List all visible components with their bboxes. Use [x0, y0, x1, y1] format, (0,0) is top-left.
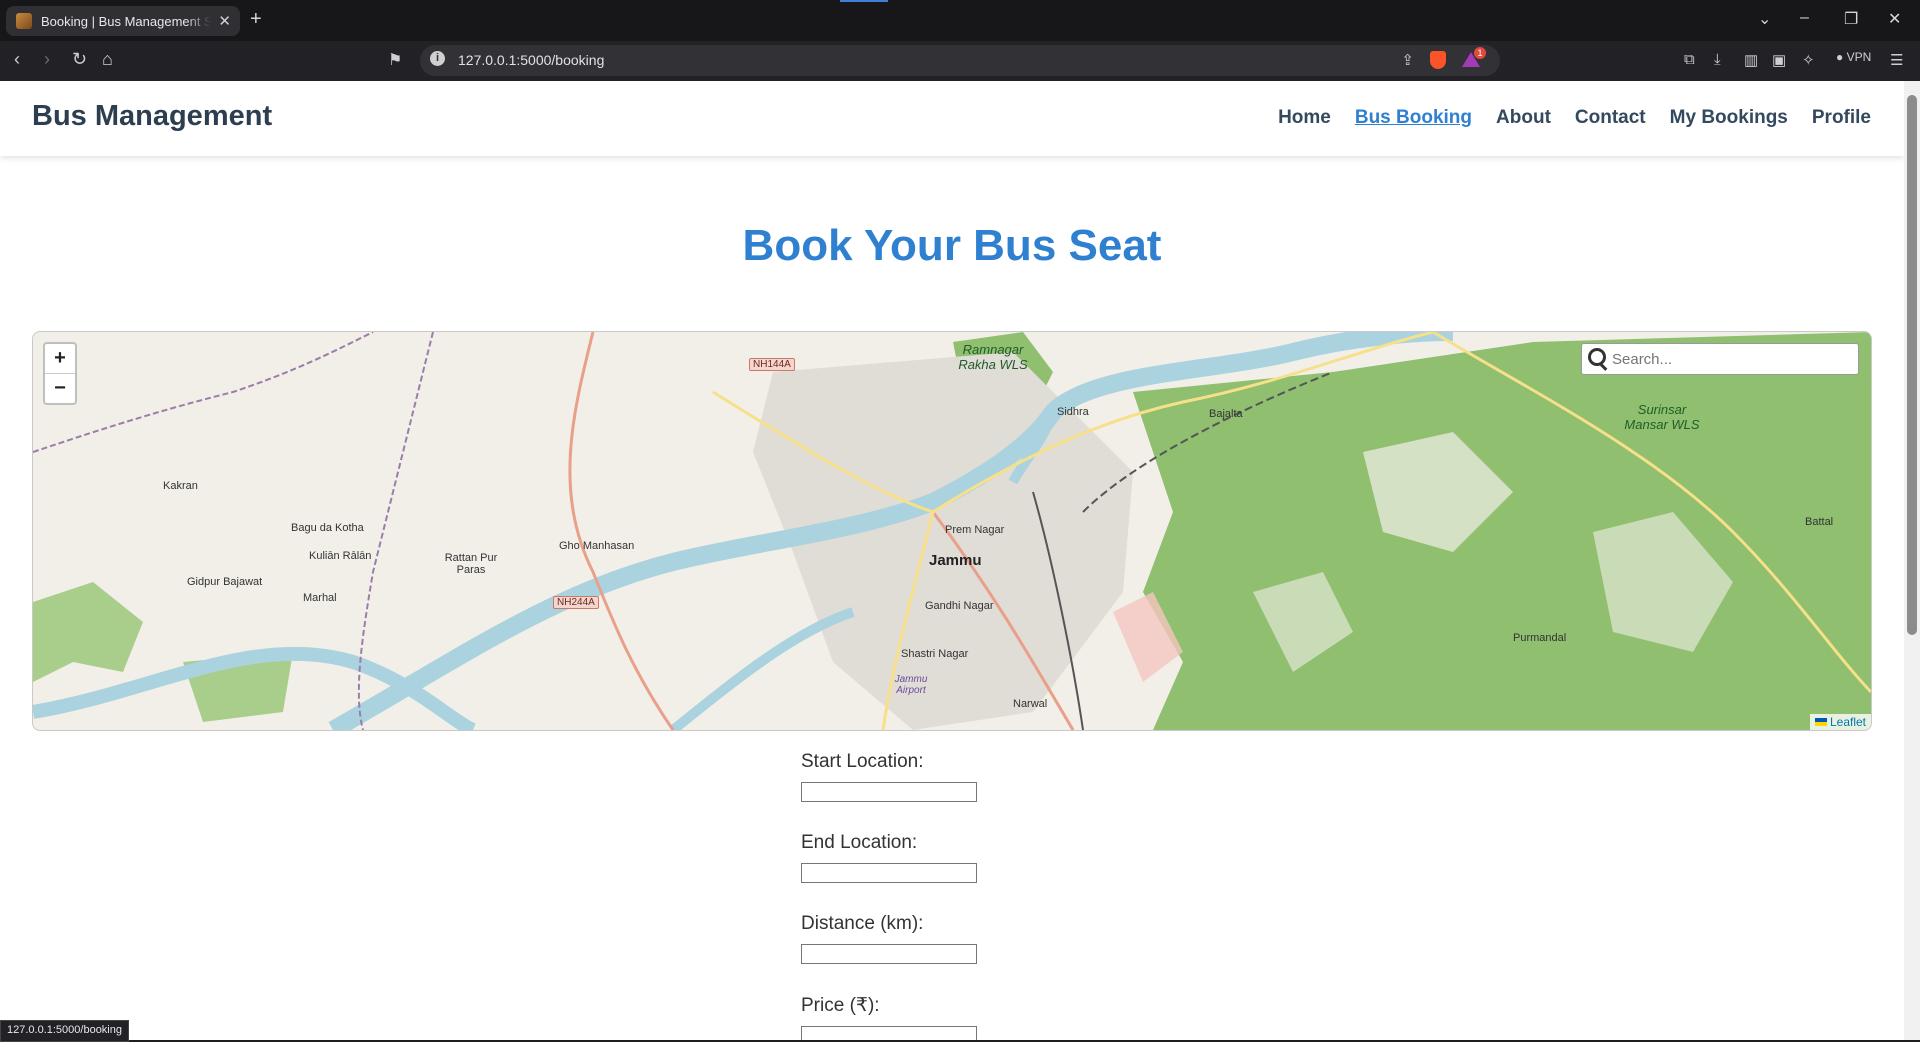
map-label-jammu: Jammu: [929, 552, 982, 569]
wallet-icon[interactable]: ▣: [1772, 51, 1786, 69]
map-search-box[interactable]: [1581, 343, 1859, 375]
nav-my-bookings[interactable]: My Bookings: [1670, 107, 1788, 129]
map-label-rattan-pur: Rattan Pur Paras: [444, 552, 498, 576]
window-close-icon[interactable]: ✕: [1888, 9, 1901, 29]
leo-ai-icon[interactable]: ✧: [1802, 51, 1815, 69]
home-icon[interactable]: ⌂: [102, 49, 113, 70]
zoom-out-button[interactable]: −: [45, 374, 75, 403]
map-label-nh144a: NH144A: [749, 358, 795, 371]
nav-profile[interactable]: Profile: [1812, 107, 1871, 129]
route-map[interactable]: + − Jammu Prem Nagar Gandhi Nagar Shastr…: [32, 331, 1872, 731]
nav-bus-booking[interactable]: Bus Booking: [1355, 107, 1472, 129]
site-info-icon[interactable]: i: [430, 51, 445, 66]
start-location-label: Start Location:: [801, 751, 924, 772]
new-tab-icon[interactable]: +: [250, 8, 262, 31]
minimize-icon[interactable]: –: [1800, 9, 1809, 27]
forward-icon[interactable]: ›: [44, 49, 50, 70]
menu-icon[interactable]: ☰: [1890, 51, 1903, 69]
map-label-battal: Battal: [1805, 516, 1834, 528]
map-label-narwal: Narwal: [1013, 698, 1048, 710]
map-label-bajalta: Bajalta: [1209, 408, 1243, 420]
tab-search-chevron-icon[interactable]: ⌄: [1758, 9, 1771, 29]
map-label-nh244a: NH244A: [553, 596, 599, 609]
booking-form: Start Location: End Location: Distance (…: [801, 751, 977, 1040]
price-label: Price (₹):: [801, 995, 880, 1016]
rewards-badge: 1: [1474, 47, 1486, 59]
map-label-prem-nagar: Prem Nagar: [945, 524, 1005, 536]
address-bar[interactable]: i 127.0.0.1:5000/booking ⇪ 1: [420, 45, 1500, 76]
page-scrollbar-thumb[interactable]: [1907, 95, 1917, 635]
end-location-input[interactable]: [801, 863, 977, 883]
price-input[interactable]: [801, 1026, 977, 1040]
extensions-icon[interactable]: ⧉: [1684, 51, 1695, 68]
url-text[interactable]: 127.0.0.1:5000/booking: [458, 52, 604, 68]
reload-icon[interactable]: ↻: [72, 49, 87, 70]
map-label-kakran: Kakran: [163, 480, 198, 492]
attribution-link[interactable]: Leaflet: [1830, 715, 1866, 729]
sidebar-icon[interactable]: ▥: [1744, 51, 1758, 69]
distance-input[interactable]: [801, 944, 977, 964]
zoom-in-button[interactable]: +: [45, 344, 75, 374]
map-label-gho-manhasan: Gho Manhasan: [559, 540, 635, 552]
vpn-button[interactable]: ● VPN: [1836, 50, 1871, 64]
nav-contact[interactable]: Contact: [1575, 107, 1646, 129]
browser-tab-bar: Booking | Bus Management System ✕ + ⌄ – …: [0, 0, 1920, 41]
map-search-input[interactable]: [1610, 348, 1854, 370]
tab-title: Booking | Bus Management System: [41, 13, 211, 29]
map-label-sidhra: Sidhra: [1057, 406, 1089, 418]
distance-label: Distance (km):: [801, 913, 924, 934]
tab-strip-indicator: [840, 0, 888, 2]
map-label-ramnagar-wls: Ramnagar Rakha WLS: [958, 342, 1028, 372]
search-icon: [1588, 348, 1606, 366]
map-label-marhal: Marhal: [303, 592, 337, 604]
brave-shields-icon[interactable]: [1430, 51, 1446, 69]
map-label-gidpur: Gidpur Bajawat: [187, 576, 263, 588]
browser-toolbar: ‹ › ↻ ⌂ ⚑ i 127.0.0.1:5000/booking ⇪ 1 ⧉…: [0, 41, 1920, 81]
start-location-input[interactable]: [801, 782, 977, 802]
bookmark-icon[interactable]: ⚑: [388, 50, 402, 70]
site-favicon-icon: [16, 13, 32, 29]
site-brand[interactable]: Bus Management: [32, 100, 272, 133]
status-bar-url: 127.0.0.1:5000/booking: [0, 1020, 129, 1042]
map-label-bagu-da-kotha: Bagu da Kotha: [291, 522, 364, 534]
site-header: Bus Management Home Bus Booking About Co…: [0, 81, 1904, 156]
map-label-jammu-airport: Jammu Airport: [894, 674, 928, 696]
end-location-label: End Location:: [801, 832, 918, 853]
map-label-gandhi-nagar: Gandhi Nagar: [925, 600, 994, 612]
downloads-icon[interactable]: ⤓: [1714, 51, 1721, 68]
page-title: Book Your Bus Seat: [742, 221, 1162, 270]
browser-tab[interactable]: Booking | Bus Management System ✕: [6, 6, 240, 36]
vpn-label: VPN: [1846, 50, 1872, 64]
close-tab-icon[interactable]: ✕: [218, 12, 231, 30]
map-label-shastri-nagar: Shastri Nagar: [901, 648, 969, 660]
nav-about[interactable]: About: [1496, 107, 1551, 129]
restore-icon[interactable]: ❐: [1844, 9, 1858, 29]
share-icon[interactable]: ⇪: [1401, 51, 1414, 69]
nav-home[interactable]: Home: [1278, 107, 1331, 129]
map-label-kulian-ralan: Kuliān Rālān: [309, 550, 372, 562]
map-label-purmandal: Purmandal: [1513, 632, 1567, 644]
ukraine-flag-icon: [1814, 718, 1827, 726]
map-label-surinsar-wls: Surinsar Mansar WLS: [1624, 402, 1700, 432]
map-attribution[interactable]: Leaflet: [1809, 714, 1871, 730]
page-viewport: Bus Management Home Bus Booking About Co…: [0, 81, 1904, 1040]
main-nav: Home Bus Booking About Contact My Bookin…: [1278, 107, 1871, 129]
back-icon[interactable]: ‹: [14, 49, 20, 70]
map-zoom-control: + −: [43, 342, 77, 405]
